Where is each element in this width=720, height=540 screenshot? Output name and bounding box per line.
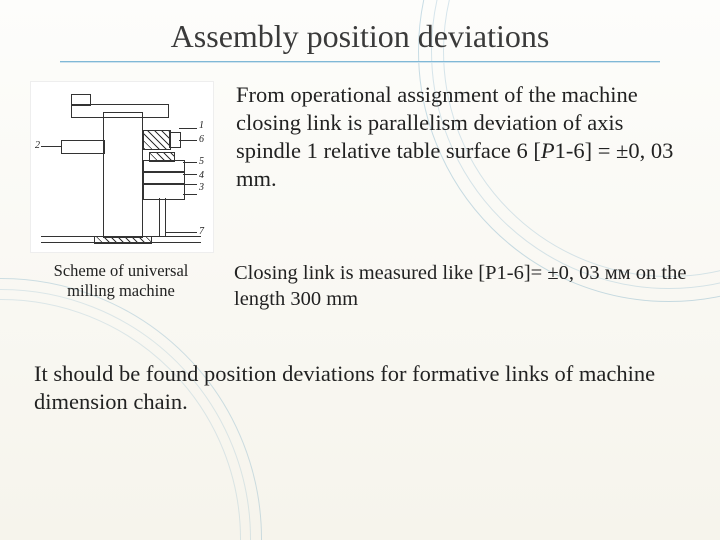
row-middle: Scheme of universal milling machine Clos…: [0, 261, 720, 312]
row-top: 1 6 5 4 3 7 2 From operational assignmen…: [0, 81, 720, 253]
diagram-label-5: 5: [199, 156, 204, 167]
milling-machine-diagram: 1 6 5 4 3 7 2: [30, 81, 214, 253]
para1-italic-p: P: [541, 138, 555, 163]
page-title: Assembly position deviations: [0, 0, 720, 55]
diagram-label-3: 3: [199, 182, 204, 193]
caption-line-1: Scheme of universal: [54, 261, 189, 280]
paragraph-operational-assignment: From operational assignment of the machi…: [236, 81, 694, 194]
caption-line-2: milling machine: [67, 281, 175, 300]
diagram-label-1: 1: [199, 120, 204, 131]
diagram-label-7: 7: [199, 226, 204, 237]
paragraph-conclusion: It should be found position deviations f…: [0, 360, 720, 416]
paragraph-closing-link: Closing link is measured like [P1-6]= ±0…: [234, 261, 694, 312]
slide: Assembly position deviations: [0, 0, 720, 540]
diagram-label-4: 4: [199, 170, 204, 181]
diagram-label-2: 2: [35, 140, 40, 151]
title-underline: [60, 61, 660, 63]
diagram-label-6: 6: [199, 134, 204, 145]
diagram-caption: Scheme of universal milling machine: [30, 261, 212, 301]
